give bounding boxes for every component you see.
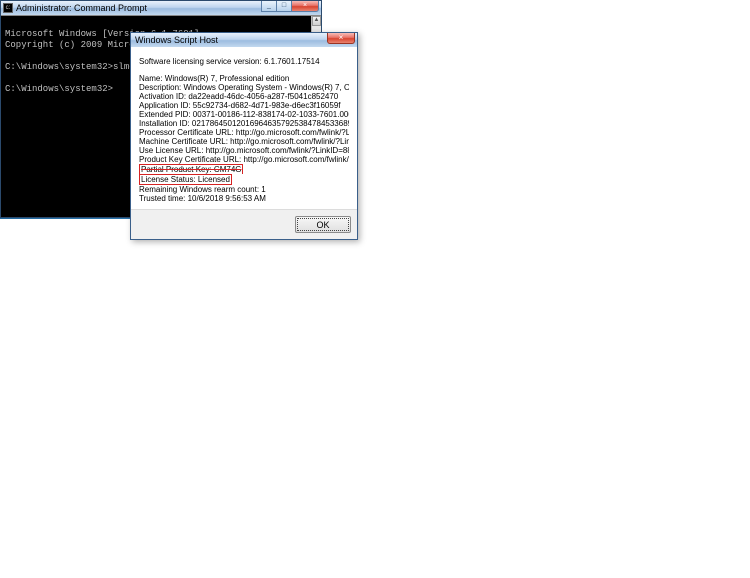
detail-line: Application ID: 55c92734-d682-4d71-983e-…	[139, 101, 349, 110]
dialog-body: Software licensing service version: 6.1.…	[131, 47, 357, 209]
partial-product-key-line: Partial Product Key: CM74G	[139, 164, 243, 174]
detail-line: Machine Certificate URL: http://go.micro…	[139, 137, 349, 146]
maximize-button[interactable]: □	[276, 1, 292, 12]
scroll-up-button[interactable]: ▲	[312, 16, 321, 26]
detail-line: Name: Windows(R) 7, Professional edition	[139, 74, 349, 83]
detail-line: Description: Windows Operating System - …	[139, 83, 349, 92]
detail-line: Product Key Certificate URL: http://go.m…	[139, 155, 349, 164]
detail-line: Activation ID: da22eadd-46dc-4056-a287-f…	[139, 92, 349, 101]
detail-line: Processor Certificate URL: http://go.mic…	[139, 128, 349, 137]
close-button[interactable]: ×	[291, 1, 319, 12]
script-host-dialog: Windows Script Host × Software licensing…	[130, 32, 358, 240]
minimize-button[interactable]: _	[261, 1, 277, 12]
detail-line: Extended PID: 00371-00186-112-838174-02-…	[139, 110, 349, 119]
dialog-footer: OK	[131, 209, 357, 239]
detail-line: Remaining Windows rearm count: 1	[139, 185, 349, 194]
license-status-highlight: License Status: Licensed	[139, 174, 232, 185]
cmd-icon: c:	[3, 3, 13, 13]
detail-line: Trusted time: 10/6/2018 9:56:53 AM	[139, 194, 349, 203]
dialog-titlebar[interactable]: Windows Script Host ×	[131, 33, 357, 47]
cmd-window-controls: _ □ ×	[262, 1, 319, 12]
detail-line: Use License URL: http://go.microsoft.com…	[139, 146, 349, 155]
detail-line: Installation ID: 02178645012016964635792…	[139, 119, 349, 128]
software-version-line: Software licensing service version: 6.1.…	[139, 57, 349, 66]
dialog-close-button[interactable]: ×	[327, 33, 355, 44]
cmd-titlebar[interactable]: c: Administrator: Command Prompt _ □ ×	[1, 1, 321, 15]
ok-button[interactable]: OK	[295, 216, 351, 233]
dialog-title: Windows Script Host	[135, 35, 353, 45]
